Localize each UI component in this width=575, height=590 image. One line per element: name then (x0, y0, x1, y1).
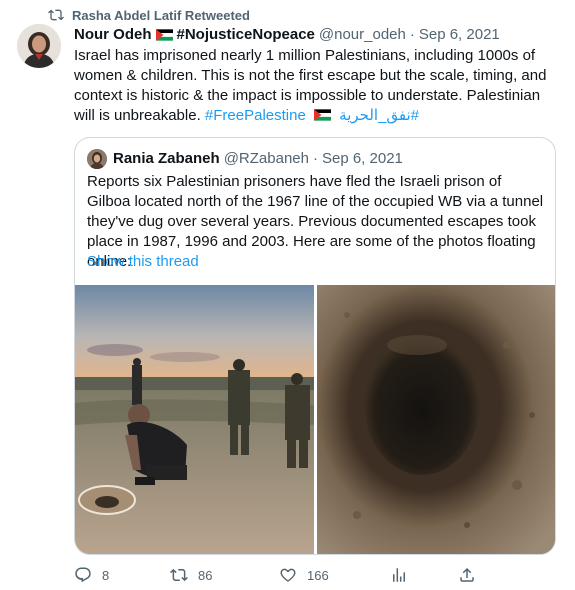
hashtag-freepalestine[interactable]: #FreePalestine (205, 107, 306, 124)
reply-icon (75, 567, 91, 583)
retweet-label: Rasha Abdel Latif Retweeted (72, 7, 250, 23)
tweet-text-main: Israel has imprisoned nearly 1 million P… (74, 47, 547, 124)
tweet-text: Israel has imprisoned nearly 1 million P… (74, 46, 562, 126)
reply-button[interactable]: 8 (74, 566, 109, 584)
quote-avatar-image (87, 149, 107, 169)
reply-count: 8 (102, 567, 110, 583)
tweet-header: Nour Odeh #NojusticeNopeace @nour_odeh ·… (74, 25, 564, 45)
view-analytics-button[interactable] (390, 566, 408, 584)
tunnel-hole-image (317, 285, 555, 554)
author-handle[interactable]: @nour_odeh (319, 25, 406, 45)
field-scene-image (75, 285, 314, 554)
author-name[interactable]: Nour Odeh (74, 25, 152, 45)
show-thread-link[interactable]: Show this thread (87, 253, 199, 270)
quote-author-name: Rania Zabaneh (113, 150, 220, 167)
quote-header: Rania Zabaneh @RZabaneh · Sep 6, 2021 (87, 149, 403, 169)
like-button[interactable]: 166 (279, 566, 329, 584)
quote-avatar (87, 149, 107, 169)
avatar[interactable] (17, 24, 61, 68)
quoted-tweet[interactable]: Rania Zabaneh @RZabaneh · Sep 6, 2021 Re… (74, 137, 556, 555)
retweet-icon (170, 568, 188, 582)
separator-dot: · (409, 26, 415, 43)
retweet-count: 86 (198, 567, 213, 583)
tweet-actions: 8 86 166 (74, 566, 494, 588)
share-button[interactable] (458, 566, 476, 584)
photo-tunnel-hole[interactable] (317, 285, 555, 554)
analytics-icon (393, 568, 405, 582)
author-name-suffix[interactable]: #NojusticeNopeace (177, 25, 315, 45)
retweet-button[interactable]: 86 (170, 566, 212, 584)
quote-author-handle: @RZabaneh (223, 150, 309, 167)
heart-icon (280, 568, 296, 582)
retweet-icon (48, 9, 64, 21)
quote-date: Sep 6, 2021 (321, 150, 403, 167)
like-count: 166 (307, 567, 329, 583)
separator-dot: · (312, 150, 318, 167)
retweet-context[interactable]: Rasha Abdel Latif Retweeted (48, 6, 250, 24)
palestine-flag-icon (313, 109, 331, 121)
hashtag-arabic[interactable]: #نفق_الحرية (339, 107, 419, 124)
tweet-body: Nour Odeh #NojusticeNopeace @nour_odeh ·… (74, 25, 564, 126)
share-icon (460, 567, 474, 582)
avatar-image (17, 24, 61, 68)
tweet-date[interactable]: Sep 6, 2021 (419, 25, 500, 45)
palestine-flag-icon (155, 29, 173, 41)
photo-field-scene[interactable] (75, 285, 314, 554)
